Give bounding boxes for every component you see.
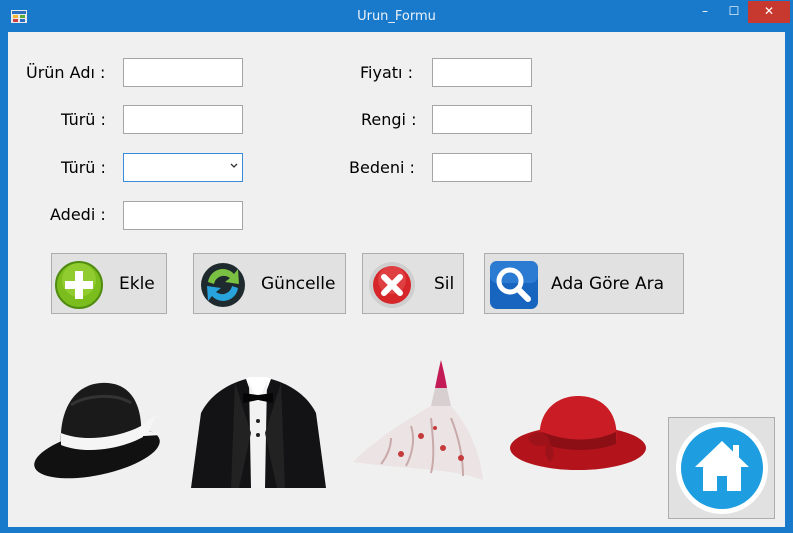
app-window: Urun_Formu – ☐ ✕ Ürün Adı : Türü : Türü … [0,0,793,533]
plus-icon [55,261,103,309]
close-icon: ✕ [763,4,775,18]
minimize-icon: – [702,4,708,18]
chevron-down-icon [230,163,238,168]
title-bar[interactable]: Urun_Formu – ☐ ✕ [1,1,792,32]
refresh-icon [201,263,245,307]
maximize-button[interactable]: ☐ [720,1,748,23]
fedora-hat-image [34,382,161,479]
fiyati-input[interactable] [432,58,532,87]
ada-gore-ara-label: Ada Göre Ara [551,274,665,294]
bedeni-input[interactable] [432,153,532,182]
label-rengi: Rengi : [361,110,417,129]
label-turu-2: Türü : [61,158,106,177]
guncelle-label: Güncelle [261,274,336,294]
rengi-input[interactable] [432,105,532,134]
window-title: Urun_Formu [357,9,436,24]
label-turu-1: Türü : [61,110,106,129]
label-urun-adi: Ürün Adı : [26,63,106,82]
close-button[interactable]: ✕ [748,1,790,23]
minimize-button[interactable]: – [691,1,719,23]
maximize-icon: ☐ [728,4,740,18]
search-icon [490,261,538,309]
evening-dress-image [353,360,483,480]
turu-input[interactable] [123,105,243,134]
ada-gore-ara-button[interactable]: Ada Göre Ara [484,253,684,314]
tuxedo-suit-image [191,377,326,488]
form-client-area: Ürün Adı : Türü : Türü : Adedi : Fiyatı … [8,32,785,527]
ekle-button[interactable]: Ekle [51,253,167,314]
ekle-label: Ekle [119,274,155,294]
label-adedi: Adedi : [50,205,106,224]
home-button[interactable] [668,417,775,519]
delete-icon [369,262,415,308]
home-icon [676,422,768,514]
urun-adi-input[interactable] [123,58,243,87]
label-bedeni: Bedeni : [349,158,415,177]
turu-select[interactable] [123,153,243,182]
red-cloche-hat-image [510,396,646,470]
guncelle-button[interactable]: Güncelle [193,253,346,314]
sil-label: Sil [434,274,455,294]
adedi-input[interactable] [123,201,243,230]
sil-button[interactable]: Sil [362,253,464,314]
label-fiyati: Fiyatı : [360,63,413,82]
